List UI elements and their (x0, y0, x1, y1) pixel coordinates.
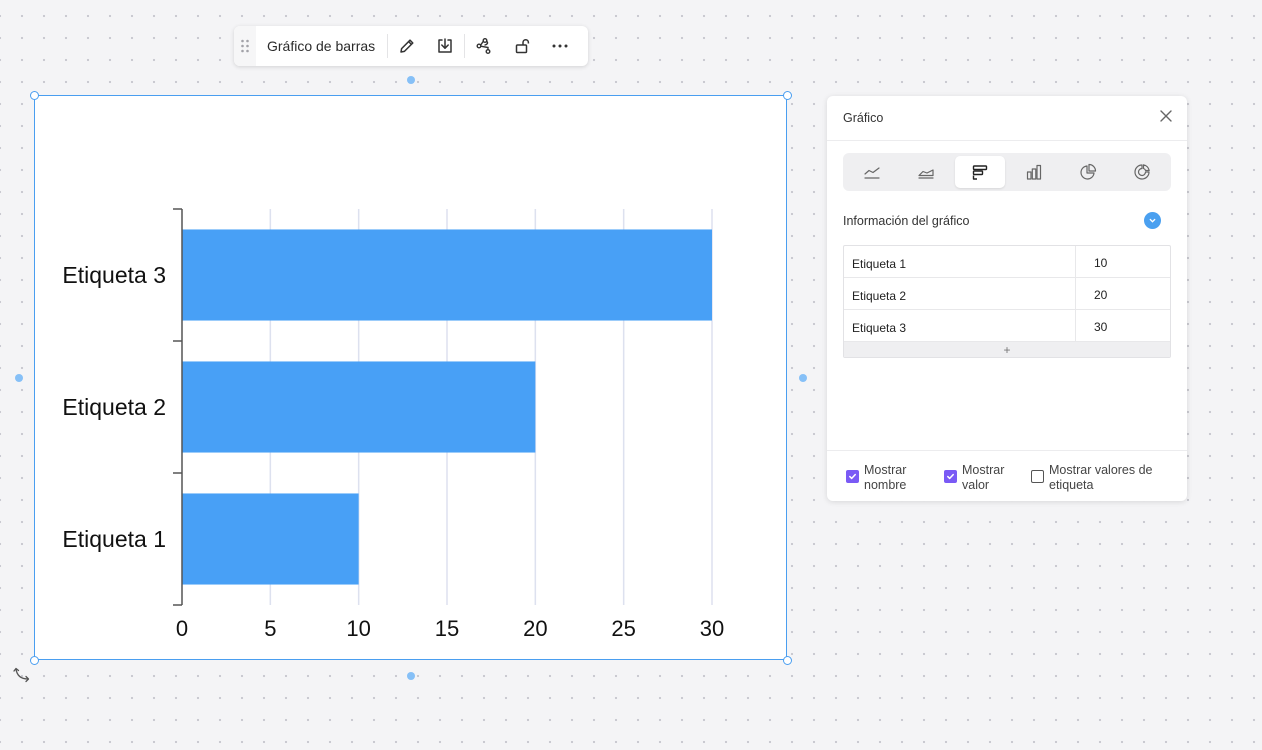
resize-handle-top-right[interactable] (782, 90, 792, 100)
chart-type-selector (843, 153, 1171, 191)
x-tick-label: 20 (523, 616, 547, 641)
x-tick-label: 10 (346, 616, 370, 641)
chart-type-area[interactable] (901, 156, 951, 188)
connect-nodes-icon (476, 38, 491, 54)
show-name-checkbox[interactable] (846, 470, 859, 483)
show-value-checkbox[interactable] (944, 470, 957, 483)
chart-frame[interactable]: Etiqueta 1 Etiqueta 2 Etiqueta 3 0 5 10 15 20 25… (34, 95, 787, 660)
show-label-values-label: Mostrar valores de etiqueta (1049, 463, 1153, 492)
rotate-icon[interactable] (12, 664, 32, 684)
download-icon (438, 38, 452, 53)
unlock-icon (515, 39, 530, 54)
check-icon (849, 473, 856, 480)
row-value-input[interactable]: 20 (1076, 278, 1170, 309)
chart-data-table: Etiqueta 1 10 Etiqueta 2 20 Etiqueta 3 3… (843, 245, 1171, 358)
chart-type-title: Gráfico de barras (267, 38, 376, 54)
area-chart-icon (918, 169, 934, 179)
row-label-input[interactable]: Etiqueta 1 (844, 246, 1076, 277)
chart-type-pie[interactable] (1063, 156, 1113, 188)
chart-type-horizontal-bar[interactable] (955, 156, 1005, 188)
panel-header: Gráfico (827, 96, 1187, 141)
lock-toggle-button[interactable] (503, 26, 541, 66)
show-label-values-checkbox[interactable] (1031, 470, 1044, 483)
column-chart-icon (1026, 164, 1042, 180)
category-label: Etiqueta 3 (62, 262, 166, 288)
chevron-down-icon (1149, 218, 1156, 223)
donut-chart-icon (1134, 164, 1150, 180)
chart-info-title: Información del gráfico (843, 214, 970, 228)
download-button[interactable] (426, 26, 464, 66)
display-options: Mostrar nombre Mostrar valor Mostrar val… (827, 450, 1187, 502)
rotate-top-handle[interactable] (407, 76, 415, 84)
row-label-input[interactable]: Etiqueta 3 (844, 310, 1076, 341)
resize-handle-top-left[interactable] (29, 90, 39, 100)
chart-info-toggle[interactable] (1144, 212, 1161, 229)
floating-toolbar: Gráfico de barras (234, 26, 588, 66)
panel-title: Gráfico (843, 111, 884, 125)
show-label-values-option[interactable]: Mostrar valores de etiqueta (1031, 463, 1171, 493)
table-row: Etiqueta 3 30 (844, 310, 1170, 342)
chart-type-column[interactable] (1009, 156, 1059, 188)
line-chart-icon (864, 167, 880, 179)
x-tick-label: 25 (611, 616, 635, 641)
drag-handle-icon[interactable] (234, 26, 256, 66)
row-label-input[interactable]: Etiqueta 2 (844, 278, 1076, 309)
chart-type-line[interactable] (847, 156, 897, 188)
edit-button[interactable] (388, 26, 426, 66)
show-value-option[interactable]: Mostrar valor (944, 463, 1016, 493)
x-tick-label: 0 (176, 616, 188, 641)
resize-handle-left[interactable] (15, 374, 23, 382)
category-label: Etiqueta 1 (62, 526, 166, 552)
chart-type-donut[interactable] (1117, 156, 1167, 188)
x-tick-label: 5 (264, 616, 276, 641)
close-icon[interactable] (1159, 109, 1173, 123)
check-icon (947, 473, 954, 480)
resize-handle-bottom-right[interactable] (782, 655, 792, 665)
table-row: Etiqueta 1 10 (844, 246, 1170, 278)
horizontal-bar-chart-icon (972, 165, 988, 180)
category-label: Etiqueta 2 (62, 394, 166, 420)
pie-chart-icon (1080, 163, 1097, 180)
bar (182, 361, 536, 453)
row-value-input[interactable]: 30 (1076, 310, 1170, 341)
show-name-label: Mostrar nombre (864, 463, 907, 492)
x-tick-label: 15 (435, 616, 459, 641)
bar-chart: Etiqueta 1 Etiqueta 2 Etiqueta 3 0 5 10 15 20 25… (62, 208, 724, 641)
bar (182, 229, 712, 321)
resize-handle-right[interactable] (799, 374, 807, 382)
connect-button[interactable] (465, 26, 503, 66)
resize-handle-bottom[interactable] (407, 672, 415, 680)
add-row-button[interactable]: + (844, 342, 1170, 357)
x-tick-label: 30 (700, 616, 724, 641)
bar (182, 493, 359, 585)
row-value-input[interactable]: 10 (1076, 246, 1170, 277)
show-name-option[interactable]: Mostrar nombre (846, 463, 926, 493)
chart-settings-panel: Gráfico Información del gráfico Etiqueta… (827, 96, 1187, 501)
pencil-icon (400, 39, 414, 53)
more-options-button[interactable] (541, 26, 579, 66)
more-horizontal-icon (552, 44, 568, 48)
table-row: Etiqueta 2 20 (844, 278, 1170, 310)
show-value-label: Mostrar valor (962, 463, 1005, 492)
